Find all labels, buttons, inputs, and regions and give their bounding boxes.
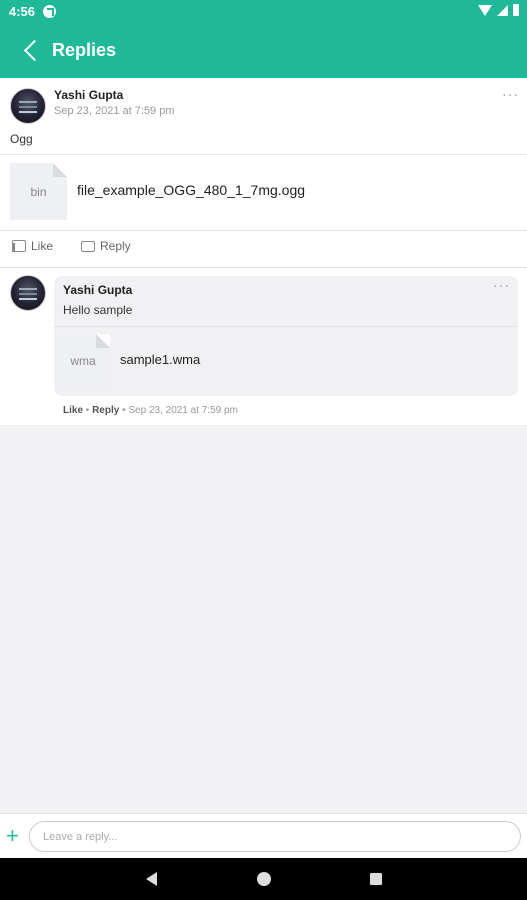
attachment-filename[interactable]: file_example_OGG_480_1_7mg.ogg [77,182,305,198]
wifi-icon [478,4,492,16]
post-date: Sep 23, 2021 at 7:59 pm [54,105,175,117]
post-text: Ogg [10,132,33,146]
divider [0,154,527,155]
system-nav-bar [0,858,527,900]
reply-input[interactable] [29,821,521,852]
file-icon[interactable]: wma [56,334,110,388]
app-bar: Replies [0,24,527,78]
file-ext: wma [70,354,96,368]
status-time: 4:56 [9,4,36,19]
reply-text: Hello sample [63,303,133,317]
nav-back-icon[interactable] [146,872,157,886]
nav-recents-icon[interactable] [370,873,382,885]
reply-meta: Like • Reply • Sep 23, 2021 at 7:59 pm [63,405,238,416]
battery-icon [513,4,519,16]
file-fold [96,334,110,348]
reply-attachment-filename[interactable]: sample1.wma [120,352,200,367]
post-card: Yashi Gupta Sep 23, 2021 at 7:59 pm ··· … [0,78,527,425]
signal-icon [497,4,508,16]
reply-composer: + [0,813,527,858]
file-ext: bin [30,185,47,199]
divider [54,326,518,327]
reply-author[interactable]: Yashi Gupta [63,283,132,297]
add-attachment-icon[interactable]: + [6,825,19,847]
like-label: Like [31,239,54,253]
meta-separator: • [83,405,93,416]
page-title: Replies [52,40,117,60]
comment-icon [81,240,95,252]
post-author[interactable]: Yashi Gupta [54,88,123,102]
reply-more-icon[interactable]: ··· [493,277,510,293]
file-fold [53,163,67,177]
reply-label: Reply [100,239,131,253]
like-button[interactable]: Like [12,239,53,253]
reply-date: Sep 23, 2021 at 7:59 pm [128,405,238,416]
status-bar: 4:56 [0,0,527,24]
thumbs-up-icon [12,240,26,252]
reply-reply-link[interactable]: Reply [92,405,119,416]
system-icons [478,4,519,16]
file-icon[interactable]: bin [10,163,67,220]
reply-avatar[interactable] [10,275,46,311]
reply-button[interactable]: Reply [81,239,131,253]
reply-bubble: Yashi Gupta ··· Hello sample wma sample1… [54,276,518,396]
nav-home-icon[interactable] [257,872,271,886]
divider [0,267,527,268]
back-arrow-icon[interactable] [18,38,46,66]
reply-like-link[interactable]: Like [63,405,83,416]
post-more-icon[interactable]: ··· [502,86,519,102]
divider [0,230,527,231]
avatar[interactable] [10,88,46,124]
app-notification-icon [43,5,56,18]
